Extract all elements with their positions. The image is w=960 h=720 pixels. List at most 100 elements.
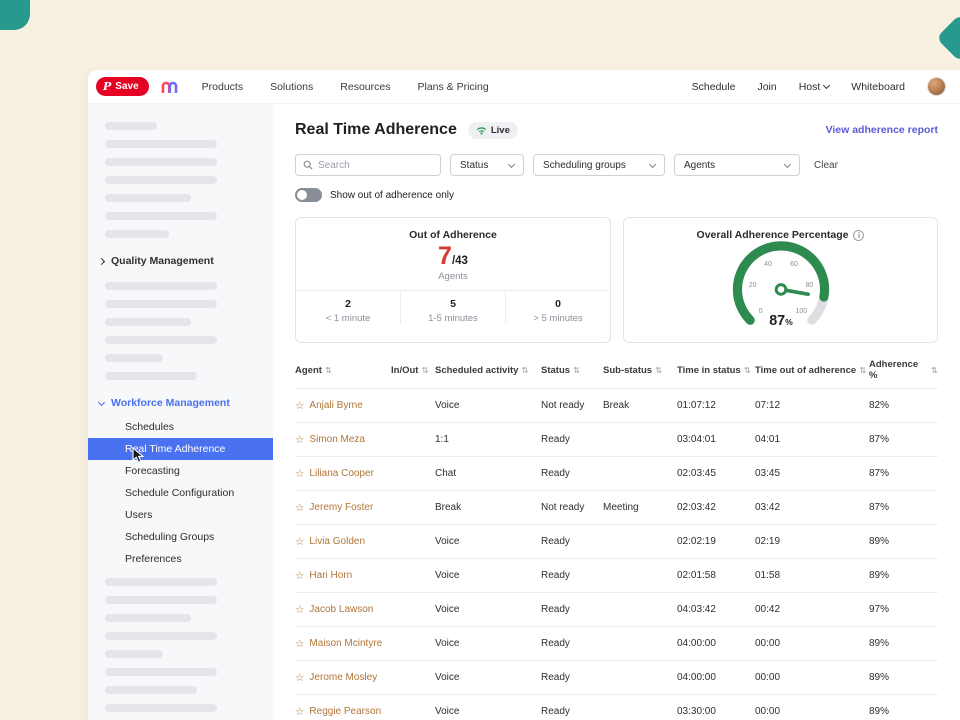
agent-name-link[interactable]: Jacob Lawson: [309, 604, 373, 615]
nav-link-whiteboard[interactable]: Whiteboard: [851, 81, 905, 93]
agent-cell[interactable]: ☆ Hari Horn: [295, 570, 391, 582]
star-icon[interactable]: ☆: [295, 570, 304, 582]
agent-cell[interactable]: ☆ Livia Golden: [295, 536, 391, 548]
star-icon[interactable]: ☆: [295, 434, 304, 446]
sidebar-item-real-time-adherence[interactable]: Real Time Adherence: [88, 438, 273, 460]
sort-icon[interactable]: ⇅: [744, 365, 751, 376]
col-sub-status[interactable]: Sub-status⇅: [603, 365, 677, 376]
agent-name-link[interactable]: Maison Mcintyre: [309, 638, 382, 649]
agent-cell[interactable]: ☆ Reggie Pearson: [295, 706, 391, 718]
star-icon[interactable]: ☆: [295, 468, 304, 480]
table-row[interactable]: ☆ Jacob Lawson Voice Ready 04:03:42 00:4…: [295, 592, 938, 626]
sort-icon[interactable]: ⇅: [421, 365, 428, 376]
scheduling-groups-dropdown[interactable]: Scheduling groups: [533, 154, 665, 176]
agent-cell[interactable]: ☆ Jerome Mosley: [295, 672, 391, 684]
table-row[interactable]: ☆ Jerome Mosley Voice Ready 04:00:00 00:…: [295, 660, 938, 694]
skeleton-bar: [105, 230, 169, 238]
sidebar-item-schedules[interactable]: Schedules: [88, 416, 273, 438]
col-in-out[interactable]: In/Out⇅: [391, 365, 435, 376]
nav-link-solutions[interactable]: Solutions: [270, 81, 313, 93]
table-row[interactable]: ☆ Livia Golden Voice Ready 02:02:19 02:1…: [295, 524, 938, 558]
status-cell: Ready: [541, 536, 603, 547]
sort-icon[interactable]: ⇅: [859, 365, 866, 376]
sidebar-item-preferences[interactable]: Preferences: [88, 548, 273, 570]
sidebar-item-workforce-management[interactable]: Workforce Management: [88, 390, 273, 416]
gauge-tick-100: 100: [795, 308, 807, 315]
clear-filters-link[interactable]: Clear: [814, 160, 838, 171]
col-adherence-percent[interactable]: Adherence %⇅: [869, 359, 938, 381]
agent-name-link[interactable]: Liliana Cooper: [309, 468, 374, 479]
col-scheduled-activity[interactable]: Scheduled activity⇅: [435, 365, 541, 376]
user-avatar[interactable]: [927, 77, 946, 96]
agent-name-link[interactable]: Simon Meza: [309, 434, 365, 445]
table-row[interactable]: ☆ Simon Meza 1:1 Ready 03:04:01 04:01 87…: [295, 422, 938, 456]
table-row[interactable]: ☆ Liliana Cooper Chat Ready 02:03:45 03:…: [295, 456, 938, 490]
info-icon[interactable]: i: [853, 230, 864, 241]
show-out-of-adherence-toggle[interactable]: [295, 188, 322, 202]
nav-link-schedule[interactable]: Schedule: [692, 81, 736, 93]
scheduled-activity-cell: Voice: [435, 638, 541, 649]
pinterest-save-button[interactable]: P Save: [96, 77, 149, 96]
skeleton-bar: [105, 686, 197, 694]
agent-cell[interactable]: ☆ Jacob Lawson: [295, 604, 391, 616]
star-icon[interactable]: ☆: [295, 706, 304, 718]
agent-name-link[interactable]: Hari Horn: [309, 570, 352, 581]
view-adherence-report-link[interactable]: View adherence report: [826, 124, 938, 136]
nav-link-products[interactable]: Products: [202, 81, 243, 93]
star-icon[interactable]: ☆: [295, 536, 304, 548]
sidebar-item-forecasting[interactable]: Forecasting: [88, 460, 273, 482]
sort-icon[interactable]: ⇅: [931, 365, 938, 376]
agent-cell[interactable]: ☆ Jeremy Foster: [295, 502, 391, 514]
nav-link-join[interactable]: Join: [757, 81, 776, 93]
gauge-tick-20: 20: [748, 282, 756, 289]
page-title: Real Time Adherence: [295, 121, 457, 139]
star-icon[interactable]: ☆: [295, 672, 304, 684]
table-row[interactable]: ☆ Hari Horn Voice Ready 02:01:58 01:58 8…: [295, 558, 938, 592]
agent-cell[interactable]: ☆ Liliana Cooper: [295, 468, 391, 480]
agent-cell[interactable]: ☆ Maison Mcintyre: [295, 638, 391, 650]
search-input[interactable]: [318, 160, 433, 171]
sidebar-item-users[interactable]: Users: [88, 504, 273, 526]
sort-icon[interactable]: ⇅: [325, 365, 332, 376]
search-box[interactable]: [295, 154, 441, 176]
nav-link-resources[interactable]: Resources: [340, 81, 390, 93]
col-agent[interactable]: Agent⇅: [295, 365, 391, 376]
nav-link-plans-pricing[interactable]: Plans & Pricing: [417, 81, 488, 93]
col-time-out-of-adherence[interactable]: Time out of adherence⇅: [755, 365, 869, 376]
scheduled-activity-cell: Voice: [435, 672, 541, 683]
time-in-status-cell: 04:00:00: [677, 638, 755, 649]
agent-cell[interactable]: ☆ Anjali Byrne: [295, 400, 391, 412]
table-row[interactable]: ☆ Maison Mcintyre Voice Ready 04:00:00 0…: [295, 626, 938, 660]
nav-link-host[interactable]: Host: [799, 81, 830, 93]
skeleton-bar: [105, 194, 191, 202]
toggle-knob: [297, 190, 307, 200]
star-icon[interactable]: ☆: [295, 502, 304, 514]
status-dropdown[interactable]: Status: [450, 154, 524, 176]
sidebar-item-quality-management[interactable]: Quality Management: [88, 248, 273, 274]
sidebar-item-schedule-configuration[interactable]: Schedule Configuration: [88, 482, 273, 504]
agents-dropdown[interactable]: Agents: [674, 154, 800, 176]
star-icon[interactable]: ☆: [295, 638, 304, 650]
star-icon[interactable]: ☆: [295, 604, 304, 616]
col-status[interactable]: Status⇅: [541, 365, 603, 376]
table-row[interactable]: ☆ Anjali Byrne Voice Not ready Break 01:…: [295, 388, 938, 422]
sort-icon[interactable]: ⇅: [655, 365, 662, 376]
table-row[interactable]: ☆ Jeremy Foster Break Not ready Meeting …: [295, 490, 938, 524]
col-time-in-status[interactable]: Time in status⇅: [677, 365, 755, 376]
star-icon[interactable]: ☆: [295, 400, 304, 412]
table-header: Agent⇅ In/Out⇅ Scheduled activity⇅ Statu…: [295, 359, 938, 388]
out-of-adherence-card: Out of Adherence 7/43 Agents 2 < 1 minut…: [295, 217, 611, 343]
agent-name-link[interactable]: Livia Golden: [309, 536, 365, 547]
skeleton-bar: [105, 300, 217, 308]
sort-icon[interactable]: ⇅: [573, 365, 580, 376]
time-in-status-cell: 04:03:42: [677, 604, 755, 615]
sidebar-item-scheduling-groups[interactable]: Scheduling Groups: [88, 526, 273, 548]
agent-cell[interactable]: ☆ Simon Meza: [295, 434, 391, 446]
agent-name-link[interactable]: Reggie Pearson: [309, 706, 381, 717]
agent-name-link[interactable]: Jeremy Foster: [309, 502, 373, 513]
brand-logo[interactable]: [161, 80, 178, 93]
agent-name-link[interactable]: Anjali Byrne: [309, 400, 362, 411]
table-row[interactable]: ☆ Reggie Pearson Voice Ready 03:30:00 00…: [295, 694, 938, 720]
sort-icon[interactable]: ⇅: [521, 365, 528, 376]
agent-name-link[interactable]: Jerome Mosley: [309, 672, 377, 683]
